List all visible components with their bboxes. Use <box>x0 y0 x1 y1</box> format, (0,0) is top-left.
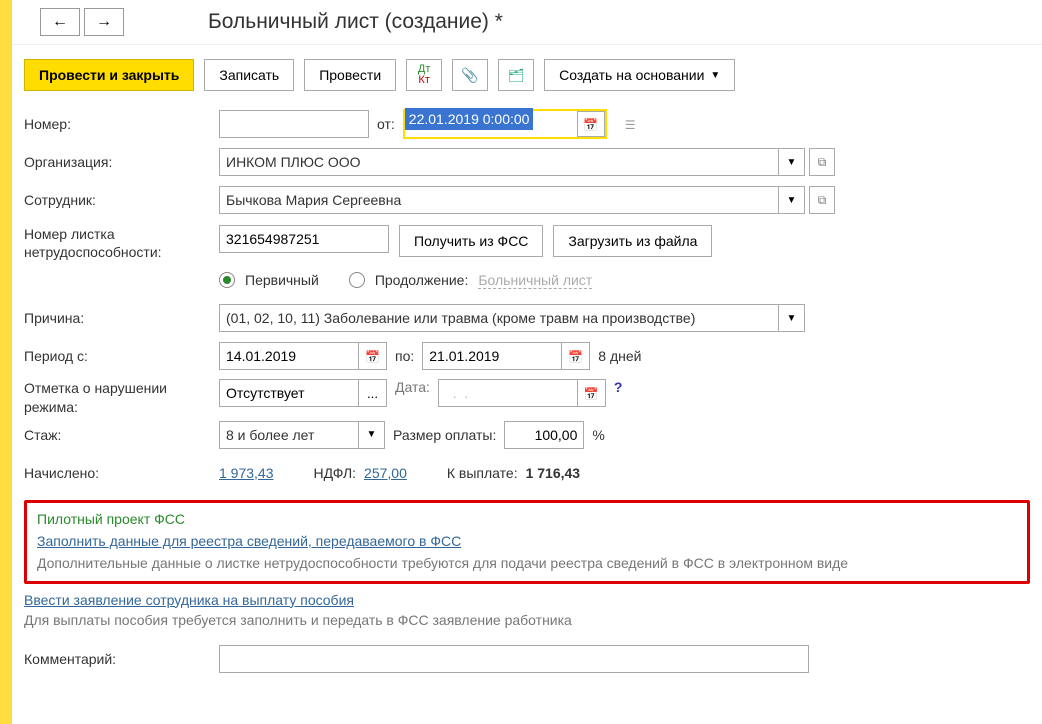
open-external-icon <box>818 154 827 170</box>
stage-label: Стаж: <box>24 427 219 443</box>
period-days: 8 дней <box>598 348 641 364</box>
period-to-label: по: <box>395 348 414 364</box>
application-note: Для выплаты пособия требуется заполнить … <box>24 612 1030 628</box>
payrate-input[interactable] <box>504 421 584 449</box>
document-date-input[interactable]: 22.01.2019 0:00:00 <box>405 111 577 137</box>
payout-label: К выплате: <box>447 465 518 481</box>
page-title: Больничный лист (создание) * <box>208 10 503 34</box>
calendar-icon <box>583 117 598 132</box>
payout-value: 1 716,43 <box>526 465 581 481</box>
calendar-icon <box>584 386 599 401</box>
post-button[interactable]: Провести <box>304 59 396 91</box>
radio-primary[interactable] <box>219 272 235 288</box>
structure-icon <box>508 67 525 84</box>
chevron-down-icon: ▼ <box>710 70 720 81</box>
comment-input[interactable] <box>219 645 809 673</box>
nav-forward-button[interactable]: → <box>84 8 124 36</box>
percent-label: % <box>592 427 604 443</box>
employee-open-button[interactable] <box>809 186 835 214</box>
header: ← → Больничный лист (создание) * <box>12 0 1042 45</box>
document-date-picker-button[interactable] <box>577 111 605 137</box>
reason-input[interactable]: (01, 02, 10, 11) Заболевание или травма … <box>219 304 779 332</box>
fss-note: Дополнительные данные о листке нетрудосп… <box>37 555 1017 571</box>
paperclip-icon <box>461 67 478 84</box>
period-from-input[interactable] <box>219 342 359 370</box>
list-icon[interactable] <box>625 116 636 132</box>
radio-primary-label: Первичный <box>245 272 319 288</box>
organization-label: Организация: <box>24 154 219 170</box>
employee-dropdown-button[interactable]: ▼ <box>779 186 805 214</box>
organization-dropdown-button[interactable]: ▼ <box>779 148 805 176</box>
organization-input[interactable]: ИНКОМ ПЛЮС ООО <box>219 148 779 176</box>
organization-open-button[interactable] <box>809 148 835 176</box>
fss-pilot-title: Пилотный проект ФСС <box>37 511 1017 527</box>
stage-value: 8 и более лет <box>226 427 314 443</box>
employee-value: Бычкова Мария Сергеевна <box>226 192 401 208</box>
reason-label: Причина: <box>24 310 219 326</box>
nav-back-button[interactable]: ← <box>40 8 80 36</box>
reason-value: (01, 02, 10, 11) Заболевание или травма … <box>226 310 695 326</box>
accrued-label: Начислено: <box>24 465 219 481</box>
help-icon[interactable]: ? <box>614 379 623 395</box>
ndfl-link[interactable]: 257,00 <box>364 465 407 481</box>
application-link[interactable]: Ввести заявление сотрудника на выплату п… <box>24 592 354 608</box>
violation-label: Отметка о нарушении режима: <box>24 379 219 415</box>
organization-value: ИНКОМ ПЛЮС ООО <box>226 154 361 170</box>
violation-input[interactable] <box>219 379 359 407</box>
period-from-label: Период с: <box>24 348 219 364</box>
chevron-down-icon: ▼ <box>367 429 377 440</box>
attachments-button[interactable] <box>452 59 488 91</box>
chevron-down-icon: ▼ <box>787 313 797 324</box>
dt-kt-button[interactable]: ДтКт <box>406 59 442 91</box>
period-to-input[interactable] <box>422 342 562 370</box>
calendar-icon <box>568 349 583 364</box>
accrued-link[interactable]: 1 973,43 <box>219 465 274 481</box>
get-from-fss-button[interactable]: Получить из ФСС <box>399 225 543 257</box>
stage-dropdown-button[interactable]: ▼ <box>359 421 385 449</box>
employee-label: Сотрудник: <box>24 192 219 208</box>
create-based-on-button[interactable]: Создать на основании ▼ <box>544 59 735 91</box>
employee-input[interactable]: Бычкова Мария Сергеевна <box>219 186 779 214</box>
payrate-label: Размер оплаты: <box>393 427 496 443</box>
continuation-link[interactable]: Больничный лист <box>478 272 592 289</box>
dt-kt-icon: ДтКт <box>418 64 431 86</box>
number-label: Номер: <box>24 116 219 132</box>
period-to-picker-button[interactable] <box>562 342 590 370</box>
stage-input[interactable]: 8 и более лет <box>219 421 359 449</box>
app-left-stripe <box>0 0 12 724</box>
chevron-down-icon: ▼ <box>787 157 797 168</box>
radio-continuation[interactable] <box>349 272 365 288</box>
violation-date-label: Дата: <box>395 379 430 395</box>
open-external-icon <box>818 192 827 208</box>
chevron-down-icon: ▼ <box>787 195 797 206</box>
load-from-file-button[interactable]: Загрузить из файла <box>553 225 712 257</box>
sicklist-number-label: Номер листка нетрудоспособности: <box>24 225 219 261</box>
sicklist-number-input[interactable] <box>219 225 389 253</box>
toolbar: Провести и закрыть Записать Провести ДтК… <box>12 45 1042 105</box>
post-and-close-button[interactable]: Провести и закрыть <box>24 59 194 91</box>
document-date-value: 22.01.2019 0:00:00 <box>405 108 534 130</box>
comment-label: Комментарий: <box>24 651 219 667</box>
create-based-on-label: Создать на основании <box>559 67 704 83</box>
violation-date-input[interactable] <box>438 379 578 407</box>
structure-button[interactable] <box>498 59 534 91</box>
violation-select-button[interactable]: ... <box>359 379 387 407</box>
document-date-wrap: 22.01.2019 0:00:00 <box>403 109 607 139</box>
period-from-picker-button[interactable] <box>359 342 387 370</box>
reason-dropdown-button[interactable]: ▼ <box>779 304 805 332</box>
radio-continuation-label: Продолжение: <box>375 272 469 288</box>
number-input[interactable] <box>219 110 369 138</box>
ndfl-label: НДФЛ: <box>314 465 357 481</box>
fss-pilot-box: Пилотный проект ФСС Заполнить данные для… <box>24 500 1030 584</box>
violation-date-picker-button[interactable] <box>578 379 606 407</box>
fss-fill-link[interactable]: Заполнить данные для реестра сведений, п… <box>37 533 461 549</box>
date-from-label: от: <box>377 116 395 132</box>
save-button[interactable]: Записать <box>204 59 294 91</box>
calendar-icon <box>365 349 380 364</box>
